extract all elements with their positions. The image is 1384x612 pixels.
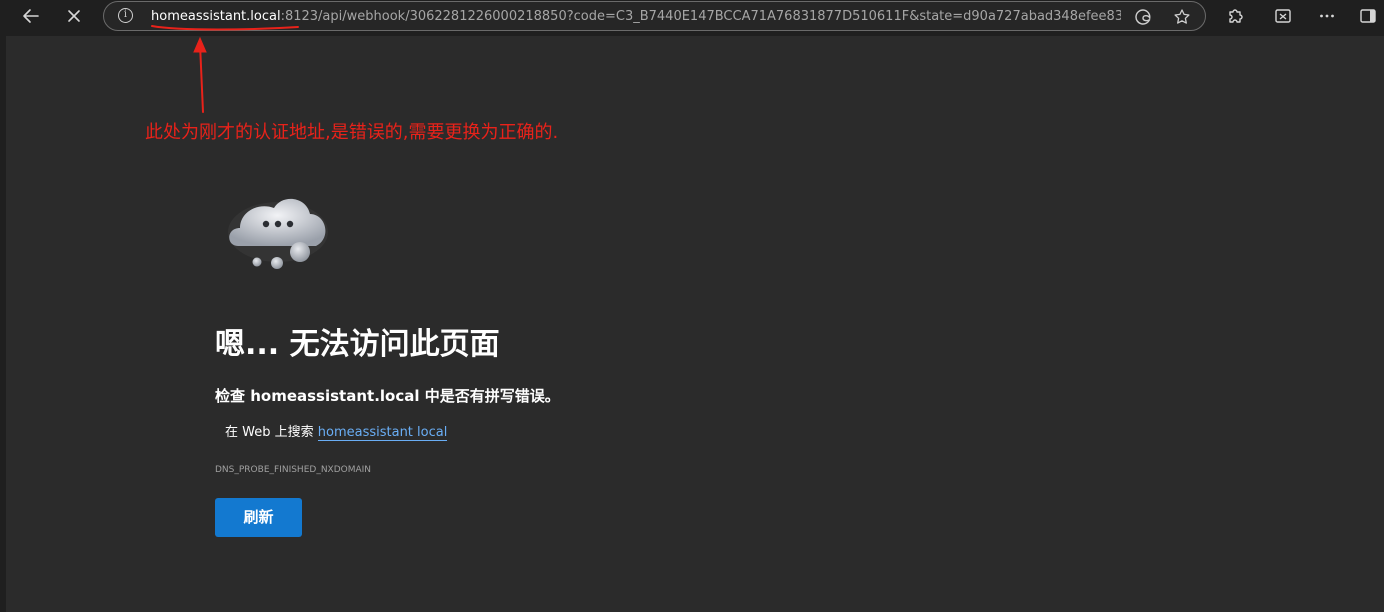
window-edge [0, 36, 6, 612]
info-icon[interactable]: i [118, 8, 133, 23]
refresh-button[interactable]: 刷新 [215, 498, 302, 537]
page-title: 嗯... 无法访问此页面 [215, 327, 500, 362]
url-text[interactable]: homeassistant.local:8123/api/webhook/306… [151, 8, 1121, 25]
search-link[interactable]: homeassistant local [317, 425, 448, 441]
close-icon[interactable] [58, 2, 90, 30]
edge-icon[interactable] [1132, 6, 1154, 28]
error-code: DNS_PROBE_FINISHED_NXDOMAIN [215, 465, 372, 475]
puzzle-icon[interactable] [1219, 2, 1251, 30]
annotation-marks [151, 25, 299, 113]
annotation-text: 此处为刚才的认证地址,是错误的,需要更换为正确的. [145, 122, 559, 143]
cloud-icon [222, 188, 334, 276]
arrow-left-icon[interactable] [15, 2, 47, 30]
screenshot-icon[interactable] [1267, 2, 1299, 30]
star-icon[interactable] [1171, 6, 1193, 28]
search-prefix: 在 Web 上搜索 [225, 425, 314, 440]
error-subtitle: 检查 homeassistant.local 中是否有拼写错误。 [215, 387, 560, 405]
search-suggestion: 在 Web 上搜索 homeassistant local [225, 424, 448, 442]
url-host: homeassistant.local [151, 9, 281, 24]
more-icon[interactable] [1311, 2, 1343, 30]
sidebar-icon[interactable] [1352, 2, 1384, 30]
url-path: :8123/api/webhook/3062281226000218850?co… [280, 9, 1121, 24]
browser-toolbar: i homeassistant.local:8123/api/webhook/3… [0, 0, 1384, 36]
address-bar[interactable]: i homeassistant.local:8123/api/webhook/3… [103, 1, 1206, 31]
